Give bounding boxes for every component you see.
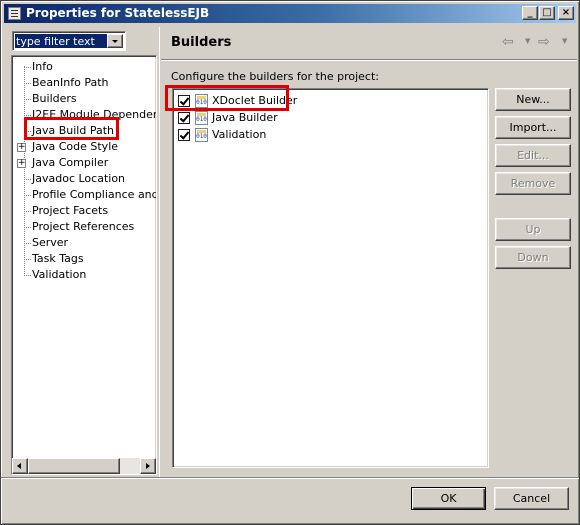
tree-item-label: Java Code Style	[32, 140, 119, 153]
tree-item-server[interactable]: Server	[12, 235, 156, 251]
chevron-down-icon[interactable]	[107, 34, 123, 48]
tree-item-javadoc-location[interactable]: Javadoc Location	[12, 171, 156, 187]
builders-description: Configure the builders for the project:	[171, 70, 379, 83]
tree-connector	[24, 83, 31, 84]
properties-window: Properties for StatelessEJB _ □ × Info B…	[0, 0, 580, 525]
tree-connector	[24, 115, 31, 116]
minimize-button[interactable]: _	[522, 6, 538, 20]
tree-connector	[24, 259, 31, 260]
tree-connector	[24, 99, 31, 100]
tree-item-project-facets[interactable]: Project Facets	[12, 203, 156, 219]
back-history-caret-icon[interactable]: ▼	[525, 37, 530, 45]
filter-combo[interactable]	[12, 31, 126, 51]
builder-checkbox[interactable]	[178, 112, 190, 124]
tree-item-beaninfo-path[interactable]: BeanInfo Path	[12, 75, 156, 91]
tree-item-label: Server	[32, 236, 69, 249]
tree-connector	[24, 179, 31, 180]
builder-binary-icon: 010	[195, 128, 208, 142]
up-button[interactable]: Up	[495, 218, 571, 241]
cancel-button[interactable]: Cancel	[494, 487, 569, 510]
tree-item-task-tags[interactable]: Task Tags	[12, 251, 156, 267]
forward-arrow-icon[interactable]: ⇨	[538, 34, 550, 50]
builder-label: Java Builder	[212, 111, 278, 124]
tree-item-label: Profile Compliance and Va	[32, 188, 157, 201]
tree-connector	[24, 243, 31, 244]
highlight-box-java-build-path	[24, 117, 119, 140]
new-button[interactable]: New...	[495, 88, 571, 111]
expand-icon[interactable]: +	[17, 143, 26, 152]
window-title: Properties for StatelessEJB	[26, 6, 210, 20]
forward-history-caret-icon[interactable]: ▼	[562, 37, 567, 45]
builder-checkbox[interactable]	[178, 129, 190, 141]
tree-item-label: Task Tags	[32, 252, 84, 265]
tree-item-label: Builders	[32, 92, 77, 105]
tree-connector	[24, 195, 31, 196]
maximize-button[interactable]: □	[539, 6, 555, 20]
tree-item-info[interactable]: Info	[12, 59, 156, 75]
tree-item-java-compiler[interactable]: + Java Compiler	[12, 155, 156, 171]
builder-label: Validation	[212, 128, 267, 141]
tree-connector	[24, 211, 31, 212]
tree-item-label: Project Facets	[32, 204, 109, 217]
tree-connector	[24, 227, 31, 228]
tree-item-builders[interactable]: Builders	[12, 91, 156, 107]
pane-splitter[interactable]	[159, 27, 161, 477]
window-icon	[8, 7, 21, 20]
highlight-box-xdoclet-builder	[165, 85, 289, 111]
tree-item-java-code-style[interactable]: + Java Code Style	[12, 139, 156, 155]
page-title: Builders	[171, 35, 232, 50]
footer-separator	[1, 477, 579, 479]
filter-input[interactable]	[15, 34, 107, 48]
back-arrow-icon[interactable]: ⇦	[502, 34, 514, 50]
tree-item-label: Java Compiler	[32, 156, 109, 169]
remove-button[interactable]: Remove	[495, 172, 571, 195]
tree-item-validation[interactable]: Validation	[12, 267, 156, 283]
edit-button[interactable]: Edit...	[495, 144, 571, 167]
ok-button[interactable]: OK	[411, 487, 486, 510]
scrollbar-thumb[interactable]	[28, 458, 120, 474]
scroll-left-icon[interactable]	[12, 458, 28, 474]
tree-item-label: Javadoc Location	[32, 172, 126, 185]
expand-icon[interactable]: +	[17, 159, 26, 168]
header-separator	[161, 59, 577, 61]
tree-item-label: Info	[32, 60, 53, 73]
tree-item-project-references[interactable]: Project References	[12, 219, 156, 235]
builders-list[interactable]: 010 XDoclet Builder 010 Java Builder 010…	[172, 88, 489, 468]
close-button[interactable]: ×	[558, 6, 574, 20]
down-button[interactable]: Down	[495, 246, 571, 269]
tree-item-label: Project References	[32, 220, 135, 233]
tree-item-label: Validation	[32, 268, 87, 281]
import-button[interactable]: Import...	[495, 116, 571, 139]
tree-item-label: BeanInfo Path	[32, 76, 109, 89]
title-bar[interactable]: Properties for StatelessEJB _ □ ×	[4, 4, 576, 23]
scroll-right-icon[interactable]	[140, 458, 156, 474]
tree-horizontal-scrollbar[interactable]	[12, 458, 156, 474]
builder-binary-icon: 010	[195, 111, 208, 125]
builder-icon-text: 010	[196, 133, 207, 140]
tree-connector	[24, 275, 31, 276]
tree-item-profile-compliance[interactable]: Profile Compliance and Va	[12, 187, 157, 203]
builder-icon-text: 010	[196, 116, 207, 123]
tree-connector	[24, 67, 31, 68]
